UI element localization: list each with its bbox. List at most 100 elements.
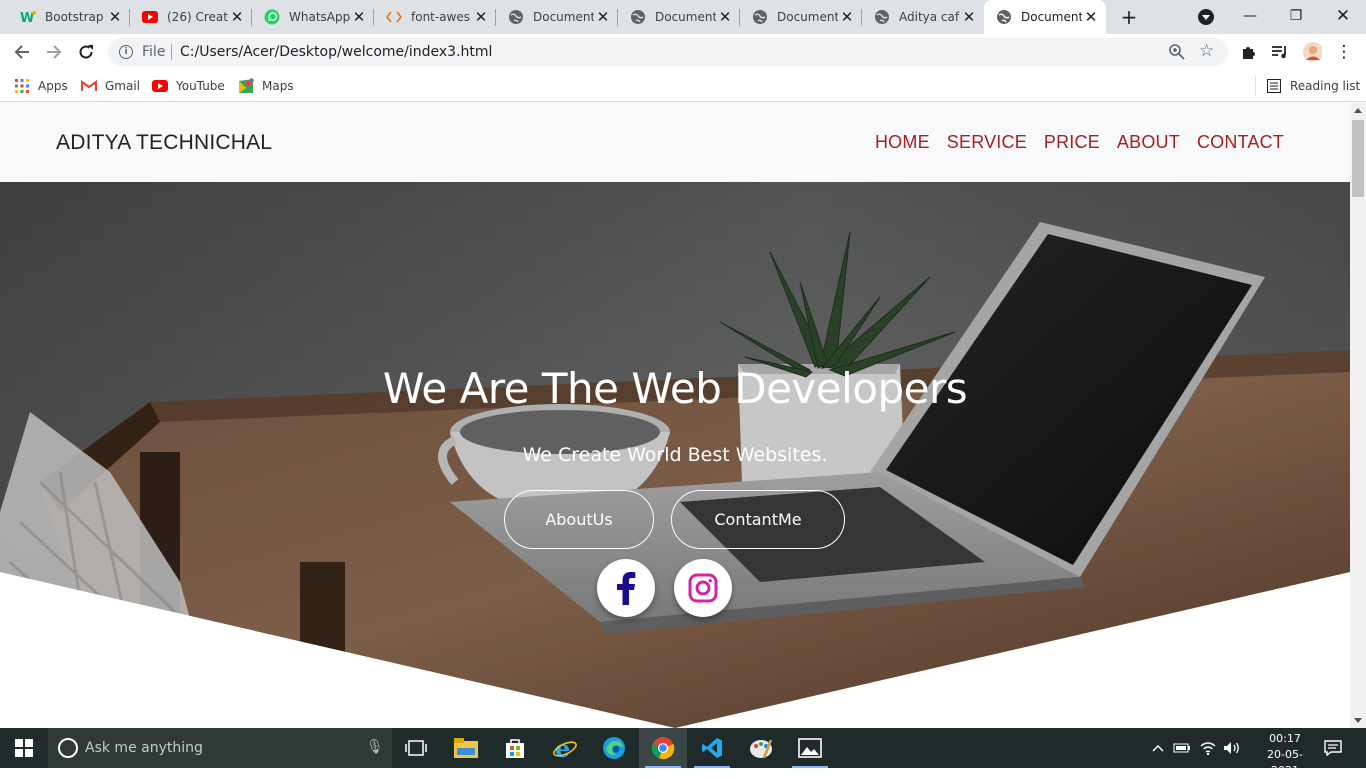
browser-tab[interactable]: Document ✕: [496, 0, 618, 34]
about-us-button[interactable]: AboutUs: [504, 490, 654, 549]
browser-tab[interactable]: WhatsApp ✕: [252, 0, 374, 34]
store-button[interactable]: [491, 728, 539, 768]
taskbar-search[interactable]: Ask me anything 🎙: [48, 728, 392, 768]
file-explorer-button[interactable]: [442, 728, 490, 768]
new-tab-button[interactable]: +: [1118, 5, 1140, 29]
address-bar[interactable]: i File C:/Users/Acer/Desktop/welcome/ind…: [108, 38, 1228, 66]
w3schools-icon: W: [20, 9, 36, 25]
code-icon: [386, 9, 402, 25]
chrome-button[interactable]: [639, 728, 687, 768]
browser-tab[interactable]: Document ✕: [740, 0, 862, 34]
paint-button[interactable]: [737, 728, 785, 768]
bookmark-gmail[interactable]: Gmail: [81, 77, 140, 95]
volume-icon[interactable]: [1221, 728, 1243, 768]
bookmarks-bar: Apps Gmail YouTube Maps Reading list: [0, 70, 1366, 102]
close-icon[interactable]: ✕: [594, 8, 612, 26]
edge-icon: [603, 737, 625, 759]
close-icon[interactable]: ✕: [716, 8, 734, 26]
cortana-icon: [58, 738, 78, 758]
apps-grid-icon: [14, 78, 30, 94]
microphone-icon[interactable]: 🎙: [366, 739, 384, 755]
close-icon[interactable]: ✕: [472, 8, 490, 26]
globe-icon: [630, 9, 646, 25]
browser-tab[interactable]: font-awes ✕: [374, 0, 496, 34]
start-button[interactable]: [0, 728, 48, 768]
site-nav-links: HOME SERVICE PRICE ABOUT CONTACT: [875, 132, 1284, 153]
bookmark-star-icon[interactable]: ☆: [1199, 41, 1214, 61]
edge-button[interactable]: [590, 728, 638, 768]
instagram-button[interactable]: [674, 559, 732, 617]
hero-section: We Are The Web Developers We Create Worl…: [0, 182, 1350, 728]
globe-icon: [508, 9, 524, 25]
page-viewport: ADITYA TECHNICHAL HOME SERVICE PRICE ABO…: [0, 103, 1350, 728]
close-icon[interactable]: ✕: [1082, 8, 1100, 26]
nav-contact[interactable]: CONTACT: [1197, 132, 1284, 153]
info-icon[interactable]: i: [119, 45, 133, 59]
notifications-icon[interactable]: [1322, 728, 1344, 768]
folder-icon: [454, 738, 478, 758]
browser-tab[interactable]: W Bootstrap · ✕: [8, 0, 130, 34]
close-icon[interactable]: ✕: [838, 8, 856, 26]
restore-button[interactable]: ❐: [1273, 0, 1319, 32]
close-icon[interactable]: ✕: [350, 8, 368, 26]
extensions-icon[interactable]: [1238, 42, 1258, 62]
media-control-icon[interactable]: [1270, 42, 1290, 62]
store-icon: [506, 739, 524, 758]
scheme-label: File: [142, 44, 166, 60]
tray-overflow-icon[interactable]: [1150, 728, 1166, 768]
forward-button[interactable]: [43, 41, 65, 63]
bookmark-maps[interactable]: Maps: [238, 77, 294, 95]
close-icon[interactable]: ✕: [960, 8, 978, 26]
tab-strip: W Bootstrap · ✕ (26) Create ✕ WhatsApp ✕…: [0, 0, 1366, 34]
browser-tab[interactable]: Document ✕: [618, 0, 740, 34]
close-icon[interactable]: ✕: [228, 8, 246, 26]
scroll-down-arrow-icon[interactable]: [1354, 718, 1362, 723]
nav-about[interactable]: ABOUT: [1117, 132, 1180, 153]
vscode-button[interactable]: [688, 728, 736, 768]
youtube-icon: [152, 78, 168, 94]
more-menu-icon[interactable]: ⋮: [1334, 42, 1354, 62]
contact-me-button[interactable]: ContantMe: [671, 490, 845, 549]
bookmark-youtube[interactable]: YouTube: [152, 77, 225, 95]
nav-price[interactable]: PRICE: [1044, 132, 1100, 153]
scroll-thumb[interactable]: [1352, 120, 1364, 197]
bookmark-label: Gmail: [105, 79, 141, 93]
nav-home[interactable]: HOME: [875, 132, 930, 153]
tab-title: WhatsApp: [289, 10, 350, 24]
scroll-up-arrow-icon[interactable]: [1354, 108, 1362, 113]
avatar[interactable]: [1302, 42, 1322, 62]
nav-service[interactable]: SERVICE: [947, 132, 1027, 153]
close-window-button[interactable]: ✕: [1320, 0, 1366, 32]
maps-icon: [238, 78, 254, 94]
zoom-icon[interactable]: [1168, 43, 1186, 61]
internet-explorer-button[interactable]: e: [541, 728, 589, 768]
battery-icon[interactable]: [1172, 728, 1192, 768]
reload-button[interactable]: [75, 41, 97, 63]
tab-search-icon[interactable]: [1198, 9, 1214, 25]
youtube-icon: [142, 9, 158, 25]
site-brand[interactable]: ADITYA TECHNICHAL: [56, 131, 272, 155]
bookmark-apps[interactable]: Apps: [14, 77, 68, 95]
page-scrollbar[interactable]: [1350, 103, 1366, 728]
tab-title: Document: [655, 10, 716, 24]
minimize-button[interactable]: —: [1227, 0, 1273, 32]
system-clock[interactable]: 00:17 20-05-2021: [1258, 731, 1312, 779]
globe-icon: [874, 9, 890, 25]
url-text[interactable]: C:/Users/Acer/Desktop/welcome/index3.htm…: [180, 44, 492, 60]
globe-icon: [752, 9, 768, 25]
clock-date: 20-05-2021: [1267, 748, 1303, 777]
browser-tab[interactable]: (26) Create ✕: [130, 0, 252, 34]
task-view-button[interactable]: [392, 728, 440, 768]
back-button[interactable]: [11, 41, 33, 63]
hero-title: We Are The Web Developers: [382, 364, 968, 413]
reading-list-button[interactable]: Reading list: [1266, 77, 1360, 95]
wifi-icon[interactable]: [1197, 728, 1219, 768]
tab-title: Bootstrap ·: [45, 10, 106, 24]
browser-tab-active[interactable]: Document ✕: [984, 0, 1106, 34]
photos-button[interactable]: [786, 728, 834, 768]
close-icon[interactable]: ✕: [106, 8, 124, 26]
browser-tab[interactable]: Aditya cafe ✕: [862, 0, 984, 34]
windows-logo-icon: [15, 739, 33, 757]
facebook-button[interactable]: [597, 559, 655, 617]
clock-time: 00:17: [1269, 732, 1301, 745]
